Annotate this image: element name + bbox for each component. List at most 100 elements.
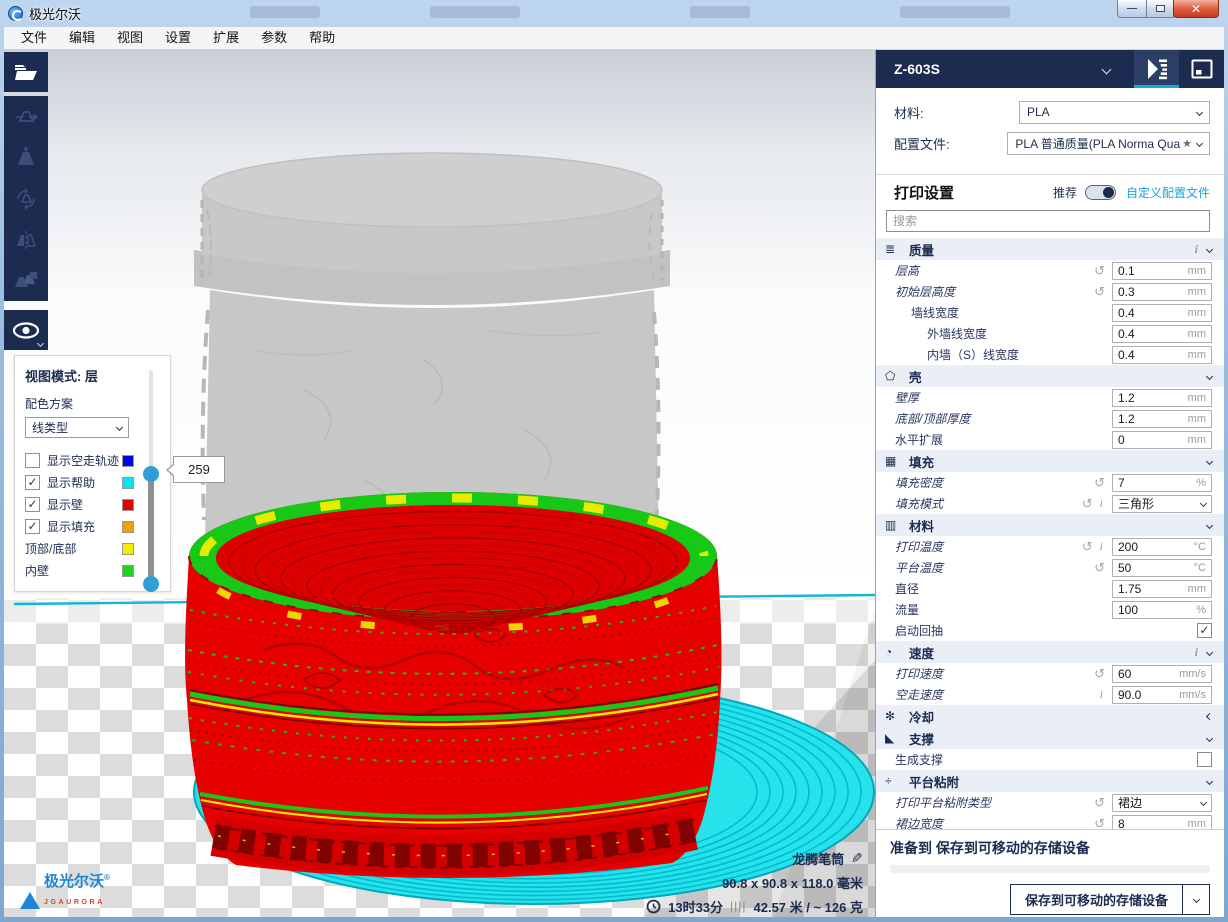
setting-input[interactable]: 1.2mm: [1112, 389, 1212, 407]
color-scheme-select[interactable]: 线类型: [25, 417, 129, 438]
section-header-shell[interactable]: ⬠壳: [876, 365, 1224, 387]
setting-label: 启动回抽: [876, 622, 1112, 639]
info-icon[interactable]: i: [1100, 687, 1103, 702]
info-icon[interactable]: i: [1195, 242, 1198, 257]
chevron-down-icon[interactable]: [1102, 64, 1112, 74]
setting-input[interactable]: 1.2mm: [1112, 410, 1212, 428]
menu-item[interactable]: 编辑: [58, 27, 106, 49]
menu-item[interactable]: 设置: [154, 27, 202, 49]
setting-row: 内墙（S）线宽度0.4mm: [876, 344, 1224, 365]
legend-row: 内壁: [25, 560, 162, 581]
material-select[interactable]: PLA: [1019, 101, 1210, 124]
menu-item[interactable]: 参数: [250, 27, 298, 49]
reset-icon[interactable]: ↺: [1094, 286, 1105, 298]
chevron-down-icon[interactable]: [1206, 457, 1213, 464]
save-to-removable-button[interactable]: 保存到可移动的存储设备: [1011, 885, 1182, 914]
setting-input[interactable]: 100%: [1112, 601, 1212, 619]
setting-input[interactable]: 0.1mm: [1112, 262, 1212, 280]
recommended-custom-toggle[interactable]: [1085, 185, 1116, 200]
info-icon[interactable]: i: [1100, 496, 1103, 511]
section-header-cooling[interactable]: ✻冷却: [876, 705, 1224, 727]
setting-select[interactable]: 三角形: [1112, 495, 1212, 513]
info-icon[interactable]: i: [1195, 645, 1198, 660]
setting-input[interactable]: 8mm: [1112, 815, 1212, 830]
tab-monitor[interactable]: [1179, 50, 1224, 88]
setting-input[interactable]: 50°C: [1112, 559, 1212, 577]
move-tool-button[interactable]: [4, 96, 48, 137]
edit-name-icon[interactable]: ✎: [851, 850, 863, 867]
legend-checkbox[interactable]: [25, 453, 40, 468]
unit-label: mm: [1188, 818, 1206, 830]
close-button[interactable]: ✕: [1173, 0, 1219, 18]
setting-input[interactable]: 60mm/s: [1112, 665, 1212, 683]
custom-profile-link[interactable]: 自定义配置文件: [1126, 184, 1210, 201]
legend-row: ✓ 显示帮助: [25, 472, 162, 493]
menu-item[interactable]: 视图: [106, 27, 154, 49]
menu-item[interactable]: 帮助: [298, 27, 346, 49]
section-header-quality[interactable]: ≣质量i: [876, 238, 1224, 260]
chevron-down-icon[interactable]: [1206, 734, 1213, 741]
section-header-material[interactable]: ▥材料: [876, 514, 1224, 536]
setting-input[interactable]: 0.4mm: [1112, 325, 1212, 343]
setting-input[interactable]: 0.3mm: [1112, 283, 1212, 301]
tab-prepare-slice[interactable]: [1134, 50, 1179, 88]
legend-label: 显示帮助: [47, 474, 122, 491]
info-icon[interactable]: i: [1100, 539, 1103, 554]
save-options-dropdown[interactable]: [1182, 885, 1209, 914]
scale-tool-button[interactable]: [4, 137, 48, 178]
menu-item[interactable]: 文件: [10, 27, 58, 49]
section-header-speed[interactable]: ◔速度i: [876, 641, 1224, 663]
setting-input[interactable]: 0mm: [1112, 431, 1212, 449]
rotate-tool-button[interactable]: [4, 178, 48, 219]
reset-icon[interactable]: ↺: [1094, 797, 1105, 809]
setting-input[interactable]: 0.4mm: [1112, 304, 1212, 322]
legend-checkbox[interactable]: ✓: [25, 497, 40, 512]
chevron-left-icon[interactable]: [1206, 712, 1213, 719]
per-model-settings-button[interactable]: [4, 260, 48, 301]
reset-icon[interactable]: ↺: [1094, 668, 1105, 680]
brand-logo: 极光尔沃® JGAURORA: [20, 871, 110, 909]
section-header-adhesion[interactable]: ÷平台粘附: [876, 770, 1224, 792]
open-file-button[interactable]: [4, 52, 48, 92]
profile-select[interactable]: PLA 普通质量(PLA Norma Qua ★: [1007, 132, 1210, 155]
reset-icon[interactable]: ↺: [1094, 265, 1105, 277]
legend-checkbox[interactable]: ✓: [25, 475, 40, 490]
setting-input[interactable]: 1.75mm: [1112, 580, 1212, 598]
printer-name[interactable]: Z-603S: [876, 61, 1103, 77]
layer-slider-top-handle[interactable]: [143, 466, 159, 482]
chevron-down-icon[interactable]: [1206, 777, 1213, 784]
setting-input[interactable]: 0.4mm: [1112, 346, 1212, 364]
setting-input[interactable]: 200°C: [1112, 538, 1212, 556]
section-header-support[interactable]: ◣支撑: [876, 727, 1224, 749]
legend-label: 顶部/底部: [25, 540, 122, 557]
minimize-button[interactable]: —: [1117, 0, 1147, 18]
reset-icon[interactable]: ↺: [1082, 498, 1093, 510]
menu-item[interactable]: 扩展: [202, 27, 250, 49]
setting-row: 生成支撑: [876, 749, 1224, 770]
setting-checkbox[interactable]: ✓: [1197, 623, 1212, 638]
legend-checkbox[interactable]: ✓: [25, 519, 40, 534]
search-input[interactable]: [886, 210, 1210, 232]
layer-slider-bottom-handle[interactable]: [143, 576, 159, 592]
maximize-button[interactable]: [1146, 0, 1174, 18]
chevron-down-icon[interactable]: [1206, 245, 1213, 252]
setting-select[interactable]: 裙边: [1112, 794, 1212, 812]
mirror-tool-button[interactable]: [4, 219, 48, 260]
section-label: 质量: [909, 240, 1195, 259]
chevron-down-icon[interactable]: [1206, 648, 1213, 655]
reset-icon[interactable]: ↺: [1082, 541, 1093, 553]
layer-slider[interactable]: [143, 370, 159, 588]
section-label: 材料: [909, 516, 1207, 535]
view-mode-button[interactable]: [4, 310, 48, 350]
chevron-down-icon[interactable]: [1206, 372, 1213, 379]
reset-icon[interactable]: ↺: [1094, 818, 1105, 830]
setting-checkbox[interactable]: [1197, 752, 1212, 767]
section-header-infill[interactable]: ▦填充: [876, 450, 1224, 472]
setting-label: 空走速度: [876, 686, 1100, 703]
reset-icon[interactable]: ↺: [1094, 477, 1105, 489]
setting-input[interactable]: 7%: [1112, 474, 1212, 492]
chevron-down-icon[interactable]: [1206, 521, 1213, 528]
infill-icon: ▦: [885, 454, 904, 468]
setting-input[interactable]: 90.0mm/s: [1112, 686, 1212, 704]
reset-icon[interactable]: ↺: [1094, 562, 1105, 574]
